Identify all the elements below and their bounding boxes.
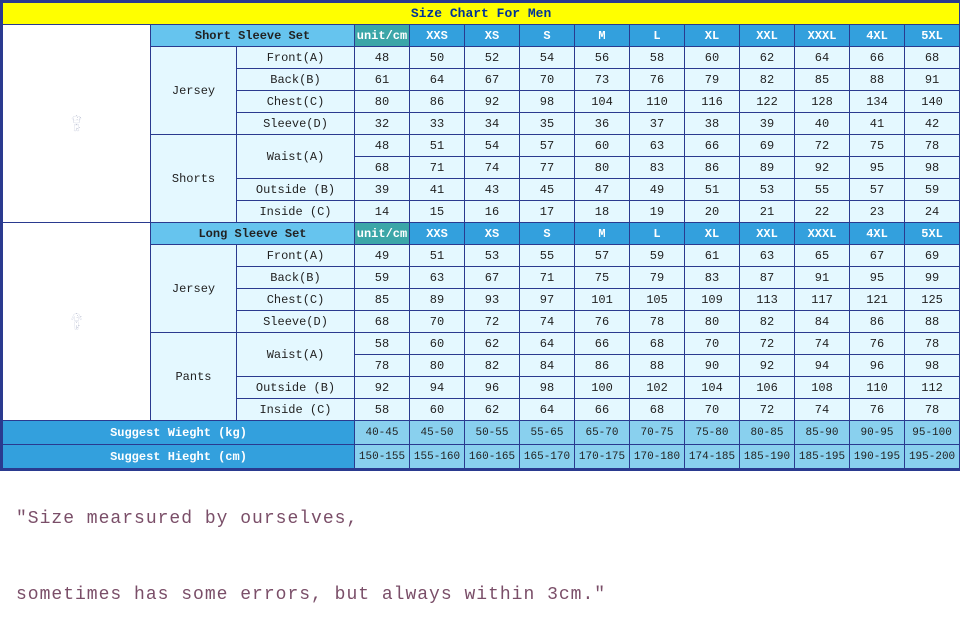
suggest-weight-label: Suggest Wieght (kg) xyxy=(3,421,355,445)
row-label: Back(B) xyxy=(237,267,355,289)
group-shorts: Shorts xyxy=(151,135,237,223)
footnote-text: "Size mearsured by ourselves, sometimes … xyxy=(0,471,960,644)
svg-text:A: A xyxy=(76,321,77,323)
svg-text:B: B xyxy=(77,117,78,119)
row-label: Back(B) xyxy=(237,69,355,91)
sz-2: S xyxy=(520,25,575,47)
suggest-height-label: Suggest Hieght (cm) xyxy=(3,445,355,469)
sz-7: XXXL xyxy=(795,25,850,47)
unit-label: unit/cm xyxy=(355,223,410,245)
size-chart: Size Chart For Men A B C D A xyxy=(0,0,960,471)
chart-title: Size Chart For Men xyxy=(3,3,960,25)
row-label: Outside (B) xyxy=(237,179,355,201)
row-label: Chest(C) xyxy=(237,289,355,311)
svg-text:B: B xyxy=(77,315,78,317)
group-jersey-l: Jersey xyxy=(151,245,237,333)
sz-0: XXS xyxy=(410,25,465,47)
svg-text:C: C xyxy=(77,317,78,319)
svg-text:A: A xyxy=(76,313,77,315)
row-label: Sleeve(D) xyxy=(237,113,355,135)
row-label: Outside (B) xyxy=(237,377,355,399)
row-label: Chest(C) xyxy=(237,91,355,113)
size-table: Size Chart For Men A B C D A xyxy=(2,2,960,469)
group-pants: Pants xyxy=(151,333,237,421)
group-jersey-s: Jersey xyxy=(151,47,237,135)
row-label: Waist(A) xyxy=(237,333,355,377)
sz-4: L xyxy=(630,25,685,47)
section-long: Long Sleeve Set xyxy=(151,223,355,245)
sz-9: 5XL xyxy=(905,25,960,47)
svg-text:C: C xyxy=(77,326,78,328)
svg-text:A: A xyxy=(76,124,77,126)
row-label: Front(A) xyxy=(237,245,355,267)
sz-6: XXL xyxy=(740,25,795,47)
row-label: Inside (C) xyxy=(237,399,355,421)
svg-text:C: C xyxy=(77,128,78,130)
svg-text:D: D xyxy=(81,316,82,318)
svg-text:C: C xyxy=(77,119,78,121)
svg-text:B: B xyxy=(79,127,80,129)
row-label: Front(A) xyxy=(237,47,355,69)
sz-1: XS xyxy=(465,25,520,47)
row-label: Inside (C) xyxy=(237,201,355,223)
sz-8: 4XL xyxy=(850,25,905,47)
long-sleeve-diagram: A B C D A B C xyxy=(3,223,151,421)
svg-text:B: B xyxy=(79,325,80,327)
sz-5: XL xyxy=(685,25,740,47)
short-sleeve-diagram: A B C D A B C xyxy=(3,25,151,223)
row-label: Sleeve(D) xyxy=(237,311,355,333)
sz-3: M xyxy=(575,25,630,47)
section-short: Short Sleeve Set xyxy=(151,25,355,47)
unit-label: unit/cm xyxy=(355,25,410,47)
row-label: Waist(A) xyxy=(237,135,355,179)
